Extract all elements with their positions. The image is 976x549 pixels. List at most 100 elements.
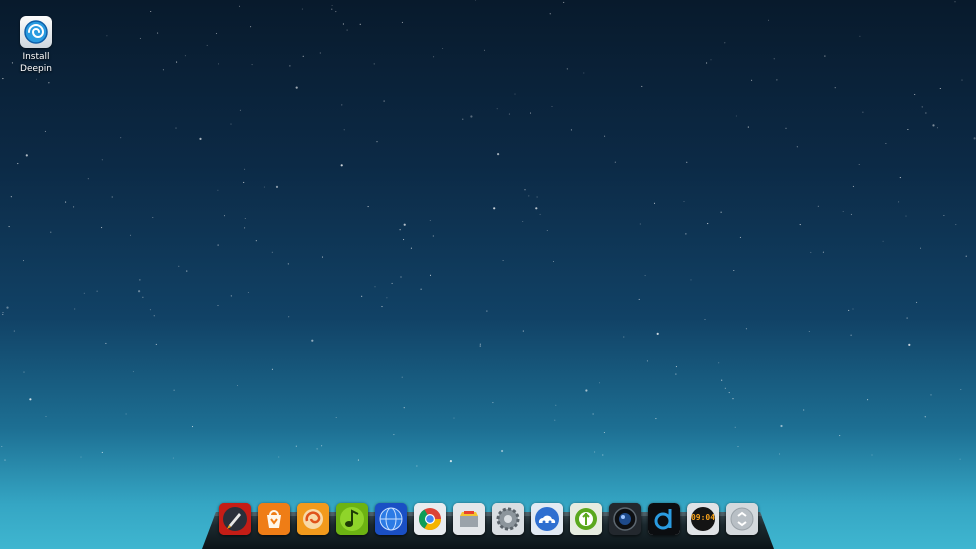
star <box>462 118 464 120</box>
star <box>321 445 323 447</box>
dock-app-music[interactable] <box>336 503 368 535</box>
trash-icon <box>726 503 758 535</box>
star <box>850 213 852 215</box>
star <box>155 343 157 345</box>
desktop-icon-install-deepin[interactable]: Install Deepin <box>12 16 60 75</box>
star <box>939 87 941 90</box>
globe-icon <box>375 503 407 535</box>
star <box>921 106 923 108</box>
star <box>834 87 836 89</box>
dock-app-ideas[interactable] <box>570 503 602 535</box>
dock-app-launcher[interactable] <box>219 503 251 535</box>
star <box>641 85 643 87</box>
star <box>186 270 188 272</box>
star <box>289 65 291 67</box>
star <box>470 115 473 118</box>
star <box>295 445 297 447</box>
star <box>50 231 52 233</box>
star <box>331 8 333 10</box>
dock-app-store[interactable] <box>258 503 290 535</box>
star <box>29 398 32 401</box>
star <box>239 109 241 111</box>
star <box>739 236 741 238</box>
dock-app-clock[interactable]: 09:04 <box>687 503 719 535</box>
star <box>101 227 103 229</box>
star <box>718 362 720 364</box>
star <box>675 366 677 368</box>
star <box>501 449 504 453</box>
dock-app-browser[interactable] <box>375 503 407 535</box>
star <box>936 127 939 129</box>
deepin-installer-icon <box>20 16 52 48</box>
star <box>331 4 333 7</box>
star <box>373 63 375 65</box>
star <box>129 234 132 236</box>
star <box>773 58 775 60</box>
star <box>176 61 178 63</box>
star <box>514 93 516 95</box>
star <box>603 431 605 434</box>
star <box>410 247 412 249</box>
star <box>852 308 854 310</box>
star <box>311 339 314 342</box>
star-field <box>1 0 976 467</box>
star <box>142 296 144 298</box>
star <box>359 23 361 25</box>
desktop-icon-label: Install Deepin <box>20 52 52 74</box>
star <box>80 456 82 458</box>
star <box>288 316 290 318</box>
dock-app-camera[interactable] <box>609 503 641 535</box>
star <box>120 137 122 139</box>
star <box>780 424 783 428</box>
star <box>45 415 47 418</box>
star <box>914 93 916 96</box>
star <box>943 214 945 217</box>
d-logo-icon <box>648 503 680 535</box>
dock-app-trash[interactable] <box>726 503 758 535</box>
star <box>859 35 861 37</box>
star <box>646 360 648 362</box>
star <box>244 217 246 220</box>
star <box>552 260 555 263</box>
star <box>602 454 604 456</box>
star <box>403 223 406 226</box>
star <box>449 460 452 463</box>
star <box>639 223 641 225</box>
star <box>528 195 530 197</box>
star <box>403 239 405 241</box>
star <box>96 290 98 292</box>
star <box>848 309 850 311</box>
dock-app-settings[interactable] <box>492 503 524 535</box>
star <box>319 52 321 54</box>
star <box>822 251 824 253</box>
star <box>335 11 337 13</box>
dock-app-file-manager[interactable] <box>453 503 485 535</box>
star <box>737 446 739 448</box>
star <box>44 130 46 132</box>
star <box>706 62 708 64</box>
star <box>721 379 723 381</box>
star <box>808 330 810 333</box>
star <box>675 373 677 375</box>
star <box>400 276 402 278</box>
star <box>223 215 226 217</box>
star <box>551 105 553 108</box>
dock-app-chrome[interactable] <box>414 503 446 535</box>
star <box>125 413 127 415</box>
star <box>111 196 113 198</box>
dock-app-network[interactable] <box>531 503 563 535</box>
star <box>745 328 747 330</box>
dock-app-deepin-music[interactable] <box>648 503 680 535</box>
star <box>244 227 246 229</box>
star <box>474 0 477 1</box>
star <box>778 453 781 455</box>
star <box>871 454 873 456</box>
star <box>925 112 927 114</box>
star <box>374 286 376 288</box>
star <box>2 313 4 316</box>
star <box>153 315 155 317</box>
star <box>191 426 194 428</box>
star <box>2 78 4 80</box>
star <box>346 29 348 31</box>
dock-app-media-player[interactable] <box>297 503 329 535</box>
